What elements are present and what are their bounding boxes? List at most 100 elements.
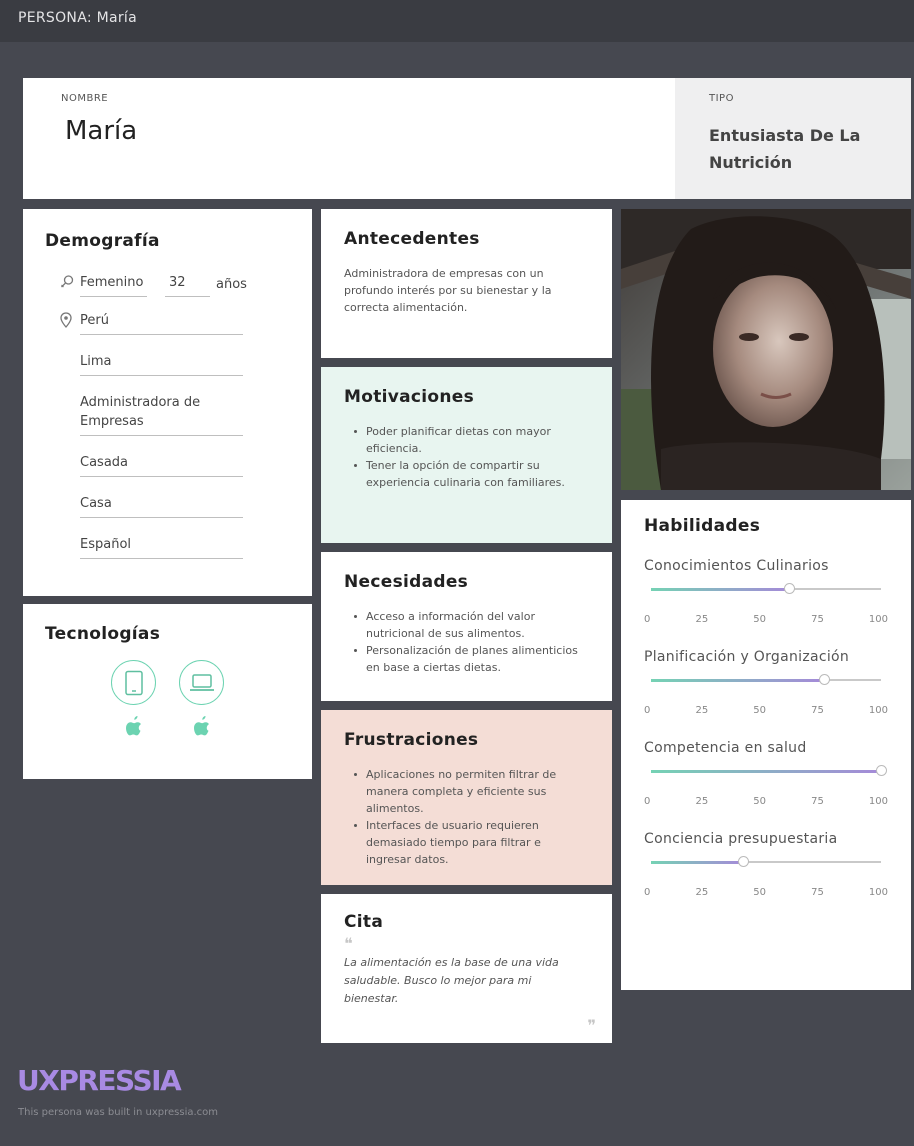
skill-scale: 0 25 50 75 100 (644, 887, 888, 898)
gender-field[interactable]: Femenino (61, 273, 147, 297)
skills-title: Habilidades (644, 516, 761, 536)
country-value: Perú (80, 313, 109, 328)
frustrations-card: Frustraciones Aplicaciones no permiten f… (321, 710, 612, 885)
skill-slider-track[interactable] (651, 674, 881, 685)
type-section: TIPO Entusiasta De La Nutrición (675, 78, 911, 199)
scale-tick-label: 50 (753, 796, 766, 807)
scale-tick-label: 50 (753, 887, 766, 898)
list-item: Acceso a información del valor nutricion… (354, 608, 589, 642)
age-unit: años (216, 277, 247, 292)
quote-title: Cita (344, 912, 384, 932)
laptop-icon (179, 660, 224, 705)
frustrations-title: Frustraciones (344, 730, 479, 750)
name-section: NOMBRE María (23, 78, 675, 199)
occupation-field[interactable]: Administradora de Empresas (80, 393, 243, 436)
technologies-title: Tecnologías (45, 624, 161, 644)
skill-slider-track[interactable] (651, 856, 881, 867)
list-item: Tener la opción de compartir su experien… (354, 457, 589, 491)
skill-slider-fill (651, 861, 743, 864)
persona-type[interactable]: Entusiasta De La Nutrición (709, 122, 877, 176)
skill-name: Planificación y Organización (644, 649, 850, 665)
residence-field[interactable]: Casa (80, 494, 243, 518)
scale-tick-label: 100 (868, 796, 888, 807)
list-item: Personalización de planes alimenticios e… (354, 642, 589, 676)
skill-slider-track[interactable] (651, 583, 881, 594)
portrait-image (621, 209, 911, 490)
scale-tick-label: 100 (868, 705, 888, 716)
scale-tick-label: 50 (753, 705, 766, 716)
marital-status-field[interactable]: Casada (80, 453, 243, 477)
technologies-card: Tecnologías (23, 604, 312, 779)
scale-tick-label: 0 (644, 614, 651, 625)
skill-name: Conciencia presupuestaria (644, 831, 838, 847)
skill-slider-thumb[interactable] (876, 765, 887, 776)
page-title: PERSONA: María (18, 10, 137, 26)
persona-name[interactable]: María (65, 116, 637, 146)
tablet-icon (111, 660, 156, 705)
frustrations-list[interactable]: Aplicaciones no permiten filtrar de mane… (344, 766, 589, 868)
age-field[interactable]: 32 (165, 273, 210, 297)
background-text[interactable]: Administradora de empresas con un profun… (344, 265, 589, 316)
scale-tick-label: 25 (695, 614, 709, 625)
gender-icon (60, 274, 74, 290)
location-pin-icon (60, 312, 74, 328)
needs-card: Necesidades Acceso a información del val… (321, 552, 612, 701)
background-title: Antecedentes (344, 229, 480, 249)
built-with-text[interactable]: This persona was built in uxpressia.com (18, 1107, 218, 1118)
needs-title: Necesidades (344, 572, 469, 592)
skill-slider-thumb[interactable] (784, 583, 795, 594)
persona-photo[interactable] (621, 209, 911, 490)
scale-tick-label: 0 (644, 705, 651, 716)
scale-tick-label: 75 (811, 887, 824, 898)
motivations-title: Motivaciones (344, 387, 475, 407)
skill-scale: 0 25 50 75 100 (644, 705, 888, 716)
skill-list: Conocimientos Culinarios 0 25 50 75 100 Planif… (644, 558, 888, 922)
quote-text[interactable]: La alimentación es la base de una vida s… (344, 954, 589, 1008)
apple-icon (193, 715, 211, 741)
tablet-device[interactable] (111, 660, 156, 741)
background-card: Antecedentes Administradora de empresas … (321, 209, 612, 358)
scale-tick-label: 25 (695, 705, 709, 716)
gender-age-row: Femenino 32 años (61, 273, 290, 297)
country-field[interactable]: Perú (60, 311, 243, 335)
language-field[interactable]: Español (80, 535, 243, 559)
scale-tick-label: 0 (644, 796, 651, 807)
demographics-title: Demografía (45, 231, 160, 251)
scale-tick-label: 25 (695, 887, 709, 898)
name-label: NOMBRE (61, 93, 109, 104)
motivations-list[interactable]: Poder planificar dietas con mayor eficie… (344, 423, 589, 491)
scale-tick-label: 75 (811, 614, 824, 625)
skill-name: Conocimientos Culinarios (644, 558, 829, 574)
needs-list[interactable]: Acceso a información del valor nutricion… (344, 608, 589, 676)
scale-tick-label: 100 (868, 887, 888, 898)
list-item: Interfaces de usuario requieren demasiad… (354, 817, 589, 868)
scale-tick-label: 50 (753, 614, 766, 625)
skill-name: Competencia en salud (644, 740, 807, 756)
skill-row: Planificación y Organización 0 25 50 75 100 (644, 649, 888, 740)
list-item: Poder planificar dietas con mayor eficie… (354, 423, 589, 457)
top-bar: PERSONA: María (0, 0, 914, 42)
skill-scale: 0 25 50 75 100 (644, 796, 888, 807)
skill-scale: 0 25 50 75 100 (644, 614, 888, 625)
skill-row: Conocimientos Culinarios 0 25 50 75 100 (644, 558, 888, 649)
device-list (111, 660, 224, 741)
laptop-device[interactable] (179, 660, 224, 741)
scale-tick-label: 100 (868, 614, 888, 625)
apple-icon (125, 715, 143, 741)
city-field[interactable]: Lima (80, 352, 243, 376)
skill-slider-track[interactable] (651, 765, 887, 776)
open-quote-icon: ❝ (344, 934, 353, 953)
skill-slider-thumb[interactable] (818, 674, 830, 685)
skill-slider-thumb[interactable] (738, 856, 749, 867)
scale-tick-label: 0 (644, 887, 651, 898)
close-quote-icon: ❞ (587, 1016, 596, 1035)
skill-slider-fill (651, 770, 881, 773)
skill-slider-fill (651, 679, 824, 682)
motivations-card: Motivaciones Poder planificar dietas con… (321, 367, 612, 543)
gender-value: Femenino (80, 275, 144, 290)
skills-card: Habilidades Conocimientos Culinarios 0 25 5… (621, 500, 911, 990)
scale-tick-label: 25 (695, 796, 709, 807)
uxpressia-logo[interactable]: UXPRESSIA (17, 1064, 182, 1097)
type-label: TIPO (709, 93, 734, 104)
skill-slider-fill (651, 588, 789, 591)
